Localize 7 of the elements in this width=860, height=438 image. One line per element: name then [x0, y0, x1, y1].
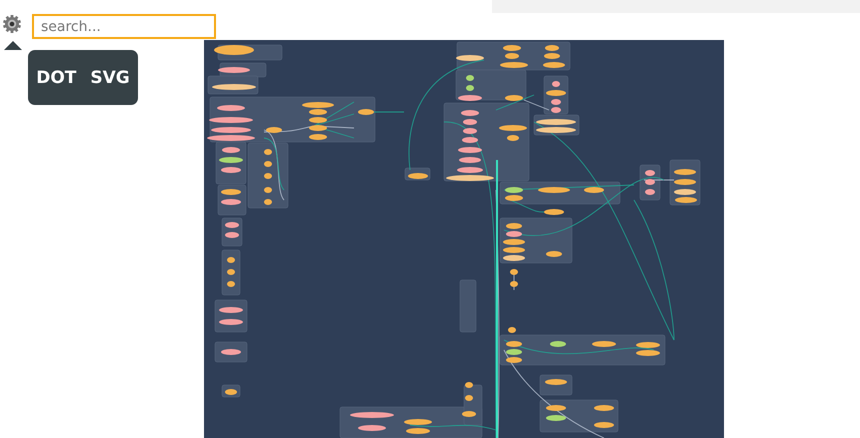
export-button[interactable]: DOT — [34, 66, 78, 90]
export-button[interactable]: SVG — [88, 66, 132, 90]
settings-icon[interactable] — [2, 14, 22, 34]
search-field[interactable]: search... — [32, 14, 216, 39]
cluster-box — [460, 280, 476, 332]
caret-icon — [4, 40, 22, 50]
edge-line — [264, 138, 284, 190]
